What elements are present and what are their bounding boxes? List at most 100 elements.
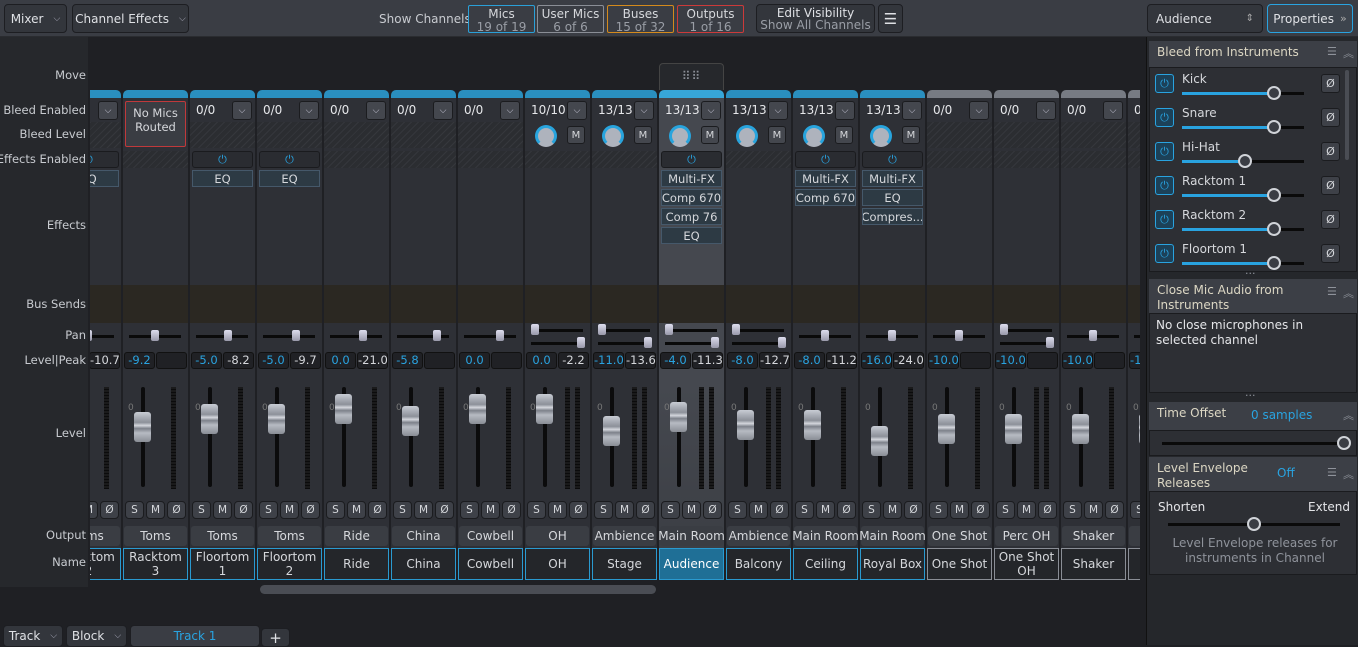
solo-button[interactable]: S [661,501,680,519]
show-buses-toggle[interactable]: Buses 15 of 32 [607,5,674,33]
solo-button[interactable]: S [795,501,814,519]
pan-right-track[interactable] [1000,342,1052,345]
pan-right-thumb[interactable] [711,337,719,348]
bleed-power-icon[interactable]: ⏻ [1155,176,1174,195]
pan-right-thumb[interactable] [1046,337,1054,348]
pan-thumb[interactable] [1089,330,1097,341]
no-mics-routed-dropdown[interactable]: No Mics Routed [125,101,186,147]
effect-slot[interactable]: EQ [661,227,722,244]
track-dropdown[interactable]: Track ⌵ [3,625,63,647]
pan-left-thumb[interactable] [598,324,606,335]
bleed-slider-thumb[interactable] [1266,86,1281,100]
phase-invert-button[interactable]: Ø [1038,501,1057,519]
output-select[interactable]: Cowbell [459,526,522,546]
bleed-phase-button[interactable]: Ø [1321,142,1340,161]
pan-thumb[interactable] [955,330,963,341]
scrollbar-thumb[interactable] [1345,70,1349,160]
output-select[interactable]: Toms [124,526,187,546]
channel-header-bar[interactable] [123,90,188,98]
channel-name[interactable]: Floortom 1 [190,548,255,580]
pan-right-track[interactable] [732,342,784,345]
bleed-phase-button[interactable]: Ø [1321,74,1340,93]
fader-cap[interactable] [335,394,352,424]
output-select[interactable]: Ride [325,526,388,546]
channel-header-bar[interactable] [1061,90,1126,98]
mute-button[interactable]: M [950,501,969,519]
level-value[interactable]: 0.0 [325,352,356,369]
pan-track[interactable] [330,335,382,338]
pan-right-track[interactable] [665,342,717,345]
tab-track-1[interactable]: Track 1 [130,625,260,647]
level-value[interactable]: -5.8 [392,352,423,369]
level-value[interactable]: -4.0 [660,352,691,369]
list-icon[interactable]: ☰ [1327,45,1337,58]
effect-slot[interactable]: Comp 670 [795,189,856,206]
bleed-phase-button[interactable]: Ø [1321,176,1340,195]
pan-track[interactable] [263,335,315,338]
channel-header-bar[interactable] [994,90,1059,98]
channel-header-bar[interactable] [391,90,456,98]
solo-button[interactable]: S [862,501,881,519]
channel-name[interactable]: OH [525,548,590,580]
fader-cap[interactable] [1072,414,1089,444]
bleed-dropdown-chevron-icon[interactable]: ⌵ [1103,101,1123,120]
effects-power-icon[interactable]: ⏻ [259,151,320,168]
bleed-dropdown-chevron-icon[interactable]: ⌵ [232,101,252,120]
level-value[interactable]: 0.0 [459,352,490,369]
output-select[interactable]: Shaker [1062,526,1125,546]
collapse-icon[interactable]: ︽ [1343,45,1354,61]
solo-button[interactable]: S [996,501,1015,519]
pan-track[interactable] [464,335,516,338]
channel-effects-dropdown[interactable]: Channel Effects ⌵ [72,4,189,33]
mute-button[interactable]: M [347,501,366,519]
effect-slot[interactable]: EQ [192,170,253,187]
effect-slot[interactable]: Comp 76 [661,208,722,225]
level-envelope-header[interactable]: Level Envelope Releases [1149,457,1357,491]
collapse-icon[interactable]: ︽ [1343,285,1354,301]
resize-handle[interactable]: ··· [1245,389,1256,402]
channel-header-bar[interactable] [726,90,791,98]
channel-header-bar[interactable] [927,90,992,98]
close-mic-section-header[interactable]: Close Mic Audio from Instruments [1149,279,1357,313]
channel-header-bar[interactable] [860,90,925,98]
level-value[interactable]: -5.0 [258,352,289,369]
bleed-level-knob[interactable] [736,125,758,147]
effects-power-icon[interactable]: ⏻ [862,151,923,168]
pan-track[interactable] [397,335,449,338]
time-offset-slider-track[interactable] [1162,442,1344,445]
bleed-mute-button[interactable]: M [768,126,786,144]
pan-thumb[interactable] [292,330,301,341]
channel-name[interactable]: One Shot [927,548,992,580]
effect-slot[interactable]: Comp 670 [661,189,722,206]
fader-cap[interactable] [469,394,486,424]
pan-left-thumb[interactable] [665,324,673,335]
mute-button[interactable]: M [615,501,634,519]
solo-button[interactable]: S [393,501,412,519]
bleed-dropdown-chevron-icon[interactable]: ⌵ [835,101,855,120]
move-handle[interactable]: ⠿⠿ [659,63,724,90]
output-select[interactable]: Perc OH [995,526,1058,546]
bleed-phase-button[interactable]: Ø [1321,244,1340,263]
channel-name[interactable]: Balcony [726,548,791,580]
bleed-level-knob[interactable] [669,125,691,147]
bleed-section-header[interactable]: Bleed from Instruments [1149,41,1357,67]
bleed-level-knob[interactable] [870,125,892,147]
collapse-icon[interactable]: ︽ [1343,407,1354,423]
phase-invert-button[interactable]: Ø [770,501,789,519]
phase-invert-button[interactable]: Ø [167,501,186,519]
bleed-phase-button[interactable]: Ø [1321,108,1340,127]
channel-header-bar[interactable] [1128,90,1140,98]
bleed-power-icon[interactable]: ⏻ [1155,210,1174,229]
phase-invert-button[interactable]: Ø [100,501,119,519]
channel-header-bar[interactable] [257,90,322,98]
solo-button[interactable]: S [1130,501,1140,519]
fader-cap[interactable] [1139,414,1140,444]
bleed-dropdown-chevron-icon[interactable]: ⌵ [1036,101,1056,120]
output-select[interactable]: Toms [90,526,120,546]
pan-left-thumb[interactable] [531,324,539,335]
show-user-mics-toggle[interactable]: User Mics 6 of 6 [537,5,604,33]
fader-cap[interactable] [871,426,888,456]
mute-button[interactable]: M [280,501,299,519]
bleed-dropdown-chevron-icon[interactable]: ⌵ [902,101,922,120]
level-value[interactable]: -8.0 [727,352,758,369]
